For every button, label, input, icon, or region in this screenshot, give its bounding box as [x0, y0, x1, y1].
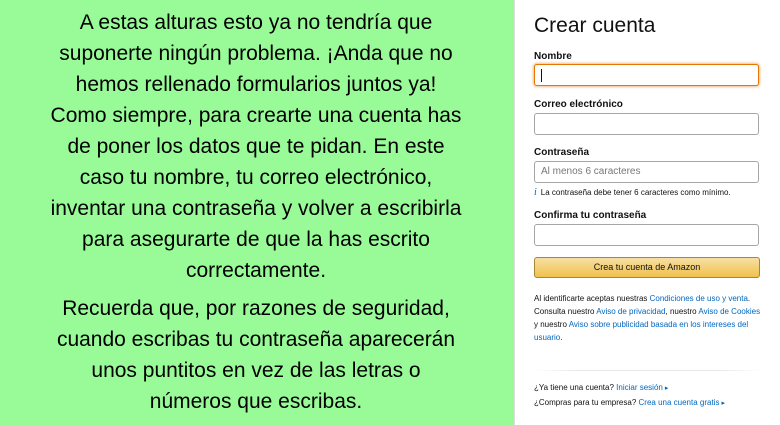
- instruction-line: números que escribas.: [149, 390, 363, 413]
- password-placeholder: Al menos 6 caracteres: [541, 166, 641, 177]
- instruction-line: para asegurarte de que la has escrito: [82, 228, 430, 251]
- instructions-paragraph-1: A estas alturas esto ya no tendría que s…: [6, 7, 506, 286]
- password-label: Contraseña: [534, 147, 590, 158]
- business-link[interactable]: Crea una cuenta gratis: [639, 398, 720, 407]
- confirm-password-label: Confirma tu contraseña: [534, 210, 647, 221]
- password-hint-text: La contraseña debe tener 6 caracteres co…: [540, 188, 731, 197]
- caret-right-icon: ▸: [721, 400, 725, 407]
- info-icon: i: [534, 187, 537, 198]
- instruction-line: suponerte ningún problema. ¡Anda que no: [59, 42, 453, 65]
- terms-link[interactable]: Condiciones de uso y venta: [650, 294, 748, 303]
- instruction-line: caso tu nombre, tu correo electrónico,: [79, 166, 433, 189]
- business-row: ¿Compras para tu empresa? Crea una cuent…: [534, 398, 725, 407]
- business-question: ¿Compras para tu empresa?: [534, 398, 637, 407]
- privacy-link[interactable]: Aviso de privacidad: [596, 307, 665, 316]
- legal-text: , nuestro: [665, 307, 699, 316]
- instruction-line: A estas alturas esto ya no tendría que: [79, 11, 433, 34]
- divider: [534, 370, 762, 371]
- password-hint: i La contraseña debe tener 6 caracteres c…: [534, 187, 731, 198]
- instruction-line: Como siempre, para crearte una cuenta ha…: [50, 104, 462, 127]
- form-title: Crear cuenta: [534, 14, 656, 37]
- create-account-button[interactable]: Crea tu cuenta de Amazon: [534, 257, 760, 278]
- instruction-line: inventar una contraseña y volver a escri…: [50, 197, 462, 220]
- instruction-line: unos puntitos en vez de las letras o: [91, 359, 421, 382]
- legal-text: Al identificarte aceptas nuestras: [534, 294, 650, 303]
- caret-right-icon: ▸: [664, 385, 669, 392]
- text-caret: [541, 69, 542, 82]
- instructions-panel: A estas alturas esto ya no tendría que s…: [0, 0, 514, 425]
- instruction-line: de poner los datos que te pidan. En este: [67, 135, 445, 158]
- instruction-line: hemos rellenado formularios juntos ya!: [75, 73, 437, 96]
- name-label: Nombre: [534, 51, 572, 62]
- instruction-line: correctamente.: [185, 259, 327, 282]
- instructions-paragraph-2: Recuerda que, por razones de seguridad, …: [6, 293, 506, 417]
- create-account-form: Crear cuenta Nombre Correo electrónico C…: [514, 0, 780, 425]
- signin-link[interactable]: Iniciar sesión: [616, 383, 663, 392]
- instruction-line: cuando escribas tu contraseña aparecerán: [56, 328, 456, 351]
- legal-notice: Al identificarte aceptas nuestras Condic…: [534, 292, 764, 344]
- email-label: Correo electrónico: [534, 99, 623, 110]
- confirm-password-field[interactable]: [534, 224, 759, 246]
- email-field[interactable]: [534, 113, 759, 135]
- legal-text: y nuestro: [534, 320, 569, 329]
- password-field[interactable]: Al menos 6 caracteres: [534, 161, 759, 183]
- name-field[interactable]: [534, 64, 759, 86]
- legal-text: .: [560, 333, 563, 342]
- signin-question: ¿Ya tiene una cuenta?: [534, 383, 614, 392]
- cookies-link[interactable]: Aviso de Cookies: [698, 307, 760, 316]
- instruction-line: Recuerda que, por razones de seguridad,: [62, 297, 450, 320]
- signin-row: ¿Ya tiene una cuenta? Iniciar sesión ▸: [534, 383, 668, 392]
